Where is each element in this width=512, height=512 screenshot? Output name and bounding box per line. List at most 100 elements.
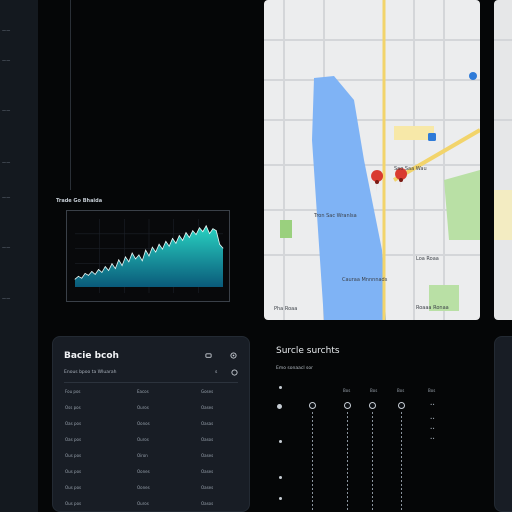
data-point — [188, 237, 190, 238]
table-cell: Ouros — [137, 437, 149, 442]
table-cell: Ouros — [137, 501, 149, 506]
table-cell: Oasas — [201, 421, 214, 426]
table-cell: Oas pos — [65, 437, 82, 442]
data-point — [202, 231, 204, 233]
data-point — [148, 255, 150, 257]
data-point — [178, 235, 180, 236]
slider-knob[interactable] — [344, 402, 351, 409]
right-card-edge — [494, 336, 512, 512]
data-point — [94, 273, 96, 275]
slider-track[interactable] — [347, 412, 348, 510]
info-icon[interactable] — [231, 369, 238, 376]
card-title: Bacie bcoh — [64, 351, 119, 361]
value-indicator: •• — [430, 436, 435, 441]
table-cell: Ous pos — [65, 501, 82, 506]
data-point — [131, 252, 133, 254]
table-cell: Ous pos — [65, 469, 82, 474]
data-point — [182, 239, 184, 241]
data-point — [205, 225, 207, 227]
data-point — [135, 258, 136, 260]
row-marker — [279, 497, 282, 500]
data-point — [81, 277, 83, 279]
value-indicator: •• — [430, 402, 435, 407]
data-point — [84, 273, 86, 274]
data-point — [155, 251, 157, 253]
left-sidebar: —— —— —— —— —— —— —— — [0, 0, 38, 512]
sidebar-item-4[interactable]: —— — [2, 160, 10, 165]
data-point — [219, 243, 221, 245]
data-card: Bacie bcoh Enous bpoo ta Wluarah s Fou p… — [52, 336, 250, 512]
data-point — [91, 271, 93, 272]
slider-knob[interactable] — [398, 402, 405, 409]
data-point — [195, 234, 197, 235]
map-label-bottom-right: Roaaa Ronaa — [416, 305, 449, 311]
data-point — [101, 272, 103, 273]
slider-track[interactable] — [372, 412, 373, 510]
data-point — [118, 259, 120, 261]
table-cell: Oas pos — [65, 421, 82, 426]
data-point — [138, 254, 140, 256]
slider-knob[interactable] — [309, 402, 316, 409]
map-canvas — [264, 0, 480, 320]
data-point — [185, 232, 187, 233]
map-label-poi4: Loa Roaa — [416, 256, 439, 262]
settings-col-head: Bos — [397, 388, 405, 393]
data-point — [108, 270, 110, 271]
sidebar-item-1[interactable]: —— — [2, 28, 10, 33]
data-point — [145, 249, 147, 251]
data-point — [77, 275, 79, 277]
table-cell: Fou pos — [65, 389, 81, 394]
table-cell: Oss pos — [65, 405, 81, 410]
vertical-rule — [70, 0, 71, 190]
data-point — [98, 269, 99, 270]
chart-title: Trade Go Bhaida — [56, 198, 103, 204]
map-label-poi1: Sao Saa Wau — [394, 166, 427, 172]
data-point — [168, 245, 170, 247]
settings-subtitle: Emo sonaacl sor — [276, 366, 313, 371]
table-cell: Oases — [201, 453, 214, 458]
data-point — [114, 268, 116, 269]
data-point — [111, 263, 113, 265]
card-subtitle: Enous bpoo ta Wluarah — [64, 370, 117, 375]
row-toggle[interactable] — [277, 404, 282, 409]
sidebar-item-2[interactable]: —— — [2, 58, 10, 63]
area-chart — [74, 219, 224, 293]
data-point — [192, 230, 194, 232]
table-cell: Oases — [201, 485, 214, 490]
slider-track[interactable] — [401, 412, 402, 510]
settings-icon[interactable] — [230, 352, 237, 359]
data-point — [158, 243, 160, 245]
data-point — [104, 266, 106, 267]
settings-col-head: Bos — [343, 388, 351, 393]
edit-icon[interactable] — [205, 352, 212, 359]
chart-frame — [66, 210, 230, 302]
table-cell: Ous pos — [65, 485, 82, 490]
table-cell: Goses — [201, 389, 214, 394]
slider-track[interactable] — [312, 412, 313, 510]
map-view[interactable]: Sao Saa Wau Tron Sac Wranlsa Cauraa Mnnn… — [264, 0, 480, 320]
data-point — [125, 256, 126, 258]
data-point — [162, 248, 163, 250]
slider-knob[interactable] — [369, 402, 376, 409]
data-point — [222, 247, 224, 249]
card-divider — [64, 382, 238, 383]
map-label-poi3: Cauraa Mnnnnads — [342, 277, 388, 283]
data-point — [199, 227, 200, 229]
table-cell: Oones — [137, 485, 150, 490]
card-sub-value: s — [215, 370, 218, 375]
settings-col-head: Bos — [370, 388, 378, 393]
sidebar-item-6[interactable]: —— — [2, 245, 10, 250]
chart-panel: Trade Go Bhaida — [46, 0, 246, 320]
sidebar-item-3[interactable]: —— — [2, 108, 10, 113]
data-point — [165, 240, 167, 242]
data-point — [74, 278, 76, 280]
table-cell: Oiron — [137, 453, 148, 458]
settings-col-head: Bos — [428, 388, 436, 393]
sidebar-item-7[interactable]: —— — [2, 296, 10, 301]
data-point — [212, 228, 214, 230]
table-cell: Oasos — [201, 437, 214, 442]
sidebar-item-5[interactable]: —— — [2, 195, 10, 200]
map-label-bottom-left: Pha Roaa — [274, 306, 298, 312]
data-point — [172, 238, 173, 239]
map-preview-edge — [494, 0, 512, 320]
